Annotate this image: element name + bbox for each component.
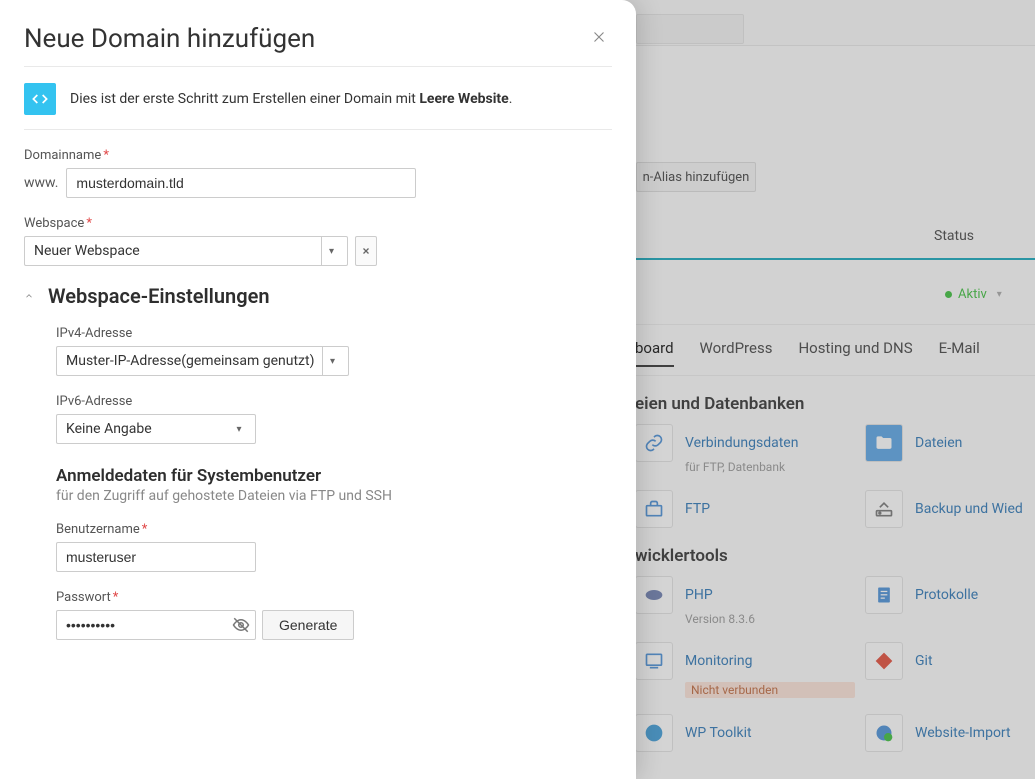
ipv6-label: IPv6-Adresse (56, 394, 612, 409)
webspace-settings-heading: Webspace-Einstellungen (48, 284, 270, 308)
required-mark: * (86, 216, 92, 231)
ipv6-select[interactable]: Keine Angabe ▾ (56, 414, 256, 444)
required-mark: * (142, 522, 148, 537)
password-input[interactable] (56, 610, 256, 640)
field-password: Passwort* Generate (56, 590, 612, 640)
chevron-up-icon (24, 291, 34, 301)
chevron-down-icon: ▾ (330, 356, 335, 367)
field-ipv6: IPv6-Adresse Keine Angabe ▾ (56, 394, 612, 444)
add-domain-modal: Neue Domain hinzufügen Dies ist der erst… (0, 0, 636, 779)
credentials-heading: Anmeldedaten für Systembenutzer (56, 466, 612, 486)
field-webspace: Webspace* Neuer Webspace ▾ (24, 216, 612, 266)
eye-off-icon[interactable] (232, 616, 250, 634)
generate-button[interactable]: Generate (262, 610, 354, 640)
field-username: Benutzername* (56, 522, 612, 572)
divider (24, 129, 612, 130)
required-mark: * (103, 148, 109, 163)
divider (24, 66, 612, 67)
modal-title: Neue Domain hinzufügen (24, 24, 612, 54)
code-icon (24, 83, 56, 115)
webspace-select[interactable]: Neuer Webspace ▾ (24, 236, 348, 266)
ipv4-select-value: Muster-IP-Adresse(gemeinsam genutzt) (66, 353, 314, 369)
ipv6-select-value: Keine Angabe (66, 421, 152, 437)
field-domainname: Domainname* www. (24, 148, 612, 198)
webspace-settings-body: IPv4-Adresse Muster-IP-Adresse(gemeinsam… (56, 326, 612, 640)
ipv4-select[interactable]: Muster-IP-Adresse(gemeinsam genutzt) ▾ (56, 346, 349, 376)
username-input[interactable] (56, 542, 256, 572)
webspace-select-value: Neuer Webspace (34, 243, 140, 259)
webspace-settings-toggle[interactable]: Webspace-Einstellungen (24, 284, 612, 308)
chevron-down-icon: ▾ (236, 424, 241, 435)
domain-label: Domainname* (24, 148, 612, 163)
webspace-label: Webspace* (24, 216, 612, 231)
info-bold: Leere Website (419, 91, 508, 107)
domain-prefix: www. (24, 175, 58, 191)
required-mark: * (113, 590, 119, 605)
info-pre: Dies ist der erste Schritt zum Erstellen… (70, 91, 419, 107)
password-label: Passwort* (56, 590, 612, 605)
chevron-down-icon: ▾ (329, 246, 334, 257)
info-post: . (509, 91, 513, 107)
ipv4-label: IPv4-Adresse (56, 326, 612, 341)
domain-input[interactable] (66, 168, 416, 198)
username-label: Benutzername* (56, 522, 612, 537)
field-ipv4: IPv4-Adresse Muster-IP-Adresse(gemeinsam… (56, 326, 612, 376)
credentials-desc: für den Zugriff auf gehostete Dateien vi… (56, 488, 612, 504)
info-text: Dies ist der erste Schritt zum Erstellen… (70, 91, 512, 107)
info-banner: Dies ist der erste Schritt zum Erstellen… (24, 83, 612, 115)
webspace-context-button[interactable] (355, 236, 377, 266)
close-icon[interactable] (590, 28, 608, 46)
